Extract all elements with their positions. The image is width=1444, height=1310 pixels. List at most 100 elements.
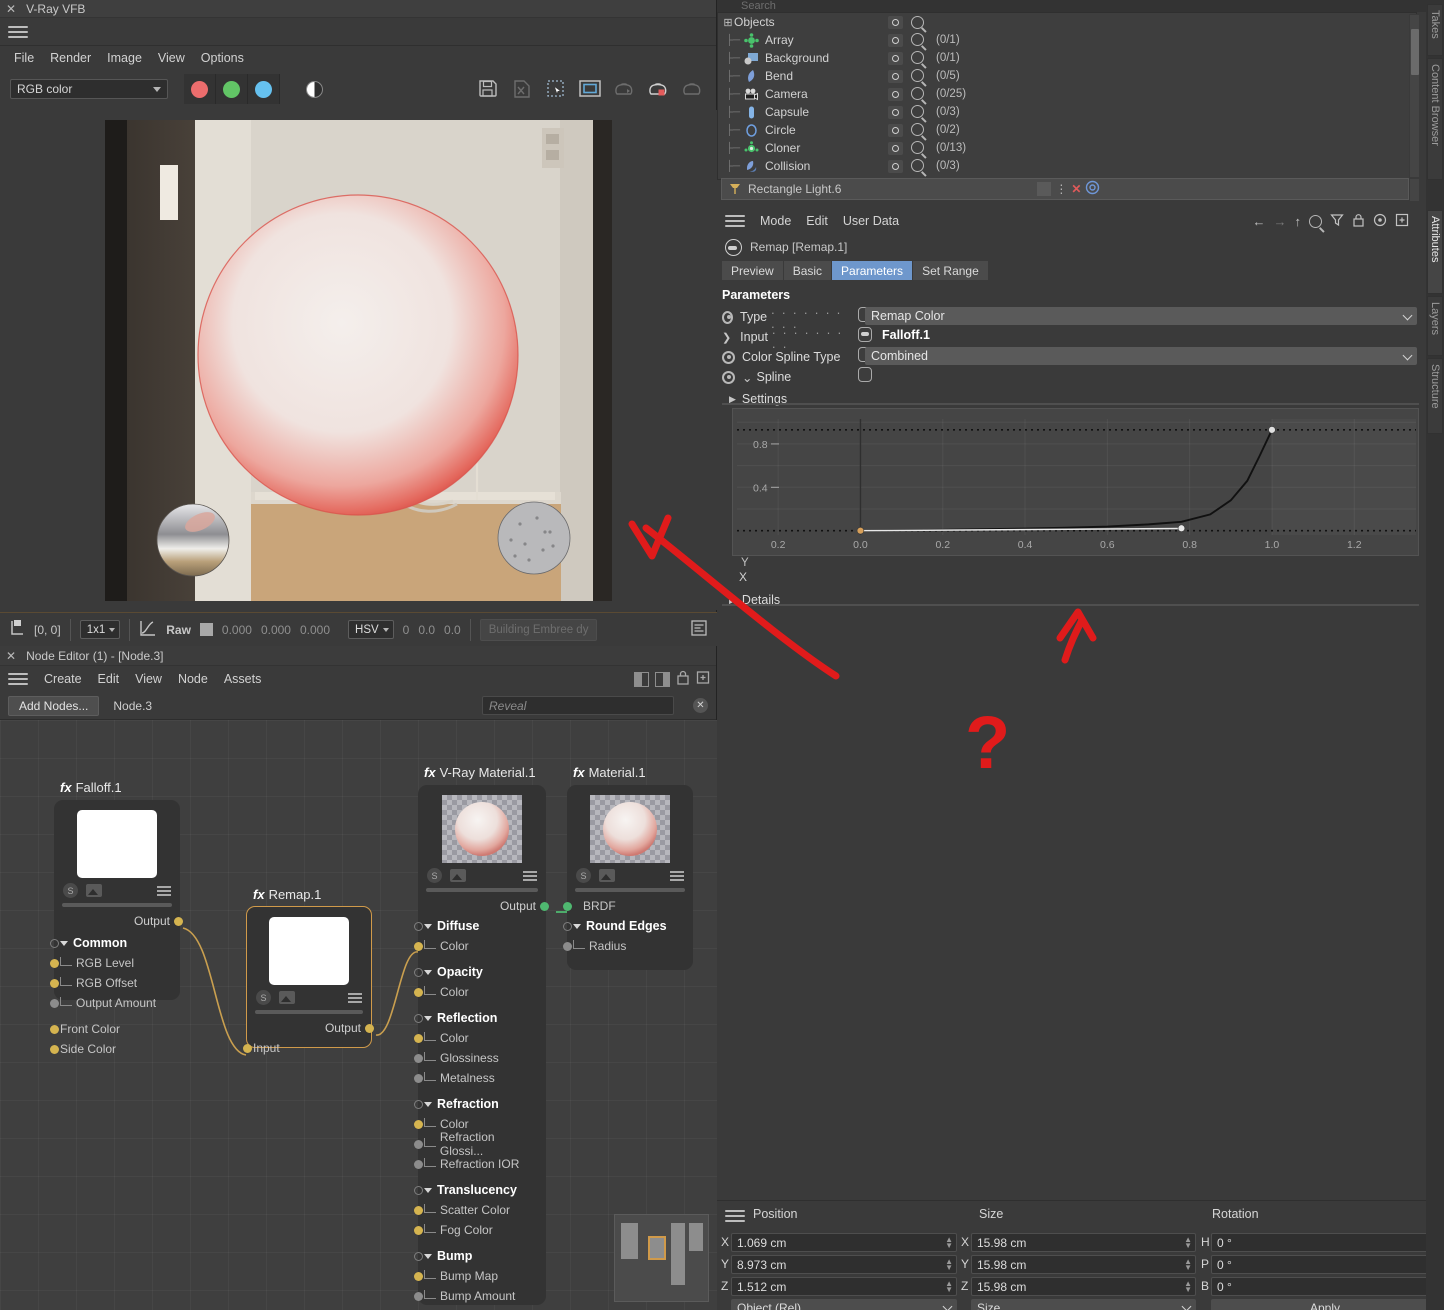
teapot-render-icon[interactable]	[610, 75, 638, 103]
port-dot[interactable]	[50, 998, 59, 1008]
visibility-icon[interactable]	[888, 141, 903, 155]
port-dot[interactable]	[414, 1291, 423, 1301]
port-vray-color[interactable]: Color	[414, 1028, 540, 1048]
node-graph-minimap[interactable]	[614, 1214, 709, 1302]
param-color-spline-dropdown[interactable]: Combined	[865, 347, 1417, 365]
channel-select[interactable]: RGB color	[10, 79, 168, 99]
close-icon[interactable]: ✕	[1071, 182, 1081, 196]
search-icon[interactable]	[911, 51, 924, 64]
port-dot[interactable]	[563, 921, 572, 931]
pos-y-field[interactable]: 8.973 cm ▲ ▼	[731, 1255, 957, 1274]
param-input-value[interactable]: Falloff.1	[882, 328, 930, 342]
clear-icon[interactable]: ✕	[693, 698, 708, 713]
menu-mode[interactable]: Mode	[760, 214, 791, 228]
menu-image[interactable]: Image	[107, 51, 142, 65]
tag-icon[interactable]	[1037, 182, 1052, 196]
visibility-icon[interactable]	[888, 69, 903, 83]
spinner-icon[interactable]: ▲▼	[945, 1280, 953, 1294]
port-falloff-front-color[interactable]: Front Color	[50, 1019, 174, 1039]
visibility-icon[interactable]	[888, 87, 903, 101]
search-icon[interactable]	[911, 15, 924, 29]
param-color-spline-type-row[interactable]: Color Spline Type	[722, 348, 857, 366]
hamburger-icon[interactable]	[8, 670, 28, 688]
spinner-icon[interactable]: ▲▼	[1184, 1236, 1192, 1250]
port-dot[interactable]	[50, 1044, 59, 1054]
menu-user-data[interactable]: User Data	[843, 214, 899, 228]
menu-edit[interactable]: Edit	[98, 672, 120, 686]
port-dot[interactable]	[414, 1251, 423, 1261]
port-vray-bump-map[interactable]: Bump Map	[414, 1266, 540, 1286]
details-collapse-row[interactable]: ▶ Details	[729, 591, 780, 609]
port-falloff-common[interactable]: Common	[50, 933, 174, 953]
object-row-cloner[interactable]: ├─ Cloner (0/13)	[718, 139, 1416, 157]
object-manager[interactable]: ⊞ Objects ├─ Array (0/1) ├─ Background (0/1) ├…	[717, 12, 1417, 180]
menu-view[interactable]: View	[158, 51, 185, 65]
coord-size-dropdown[interactable]: Size	[971, 1299, 1196, 1310]
port-vray-fog-color[interactable]: Fog Color	[414, 1220, 540, 1240]
image-icon[interactable]	[279, 991, 295, 1004]
port-dot[interactable]	[414, 1205, 423, 1215]
visibility-icon[interactable]	[888, 15, 903, 29]
log-panel-icon[interactable]	[690, 619, 708, 640]
animate-radio-icon[interactable]	[722, 370, 735, 384]
port-dot[interactable]	[414, 1013, 423, 1023]
search-icon[interactable]	[911, 141, 924, 154]
port-material-round-edges[interactable]: Round Edges	[563, 916, 687, 936]
port-vray-refraction-ior[interactable]: Refraction IOR	[414, 1154, 540, 1174]
expand-minus-icon[interactable]: ⊞	[722, 16, 734, 29]
animate-radio-icon[interactable]	[722, 350, 735, 364]
port-falloff-rgb-level[interactable]: RGB Level	[50, 953, 174, 973]
target-icon[interactable]	[1085, 180, 1100, 198]
side-tab-takes[interactable]: Takes	[1427, 4, 1443, 56]
port-dot[interactable]	[414, 1119, 423, 1129]
port-falloff-output[interactable]: Output	[60, 911, 183, 931]
save-image-icon[interactable]	[474, 75, 502, 103]
node-vray-material[interactable]: fx V-Ray Material.1 S Output Diffuse Col…	[414, 765, 549, 1305]
pos-z-field[interactable]: 1.512 cm ▲ ▼	[731, 1277, 957, 1296]
port-dot[interactable]	[50, 1024, 59, 1034]
chevron-right-icon[interactable]: ❯	[722, 331, 733, 344]
coord-mode-dropdown[interactable]: Object (Rel)	[731, 1299, 957, 1310]
port-falloff-side-color[interactable]: Side Color	[50, 1039, 174, 1059]
search-icon[interactable]	[911, 105, 924, 118]
port-material-brdf[interactable]: BRDF	[563, 896, 687, 916]
alpha-channel-button[interactable]	[306, 80, 323, 98]
node-menu-icon[interactable]	[348, 991, 362, 1005]
rot-p-field[interactable]: 0 °▲▼	[1211, 1255, 1439, 1274]
port-dot[interactable]	[414, 1033, 423, 1043]
size-x-field[interactable]: 15.98 cm ▲ ▼	[971, 1233, 1196, 1252]
forward-arrow-icon[interactable]: →	[1274, 214, 1287, 229]
output-port-dot[interactable]	[174, 917, 183, 926]
lock-icon[interactable]	[1352, 213, 1365, 230]
node-graph-canvas[interactable]: fx Falloff.1 S Output Common RGB Level R…	[0, 720, 717, 1310]
menu-options[interactable]: Options	[201, 51, 244, 65]
port-remap-output[interactable]: Output	[253, 1018, 374, 1038]
object-row-circle[interactable]: ├─ Circle (0/2)	[718, 121, 1416, 139]
param-input-row[interactable]: ❯ Input . . . . . . . . .	[722, 323, 852, 351]
port-dot[interactable]	[414, 1099, 423, 1109]
menu-render[interactable]: Render	[50, 51, 91, 65]
selected-object-scroll[interactable]	[1409, 178, 1420, 202]
red-channel-button[interactable]	[184, 74, 216, 104]
spinner-icon[interactable]: ▲▼	[945, 1236, 953, 1250]
close-icon[interactable]: ✕	[6, 650, 16, 662]
port-remap-input[interactable]: Input	[243, 1038, 365, 1058]
menu-node[interactable]: Node	[178, 672, 208, 686]
object-row-background[interactable]: ├─ Background (0/1)	[718, 49, 1416, 67]
node-remap[interactable]: fx Remap.1 S Output Input	[243, 887, 374, 1055]
side-tab-attributes[interactable]: Attributes	[1427, 210, 1443, 294]
port-dot[interactable]	[414, 1073, 423, 1083]
port-vray-output[interactable]: Output	[424, 896, 549, 916]
pixel-lock-icon[interactable]	[9, 619, 25, 640]
search-icon[interactable]	[1309, 215, 1322, 228]
settings-collapse-row[interactable]: ▶ Settings	[729, 390, 787, 408]
port-dot[interactable]	[414, 1139, 423, 1149]
port-falloff-output-amount[interactable]: Output Amount	[50, 993, 174, 1013]
port-vray-refraction[interactable]: Refraction	[414, 1094, 540, 1114]
param-input-link-icon[interactable]	[858, 327, 872, 342]
tab-set-range[interactable]: Set Range	[913, 261, 989, 280]
vfb-menu-toggle[interactable]	[0, 18, 716, 46]
object-row-capsule[interactable]: ├─ Capsule (0/3)	[718, 103, 1416, 121]
image-icon[interactable]	[86, 884, 102, 897]
object-row-camera[interactable]: ├─ Camera (0/25)	[718, 85, 1416, 103]
